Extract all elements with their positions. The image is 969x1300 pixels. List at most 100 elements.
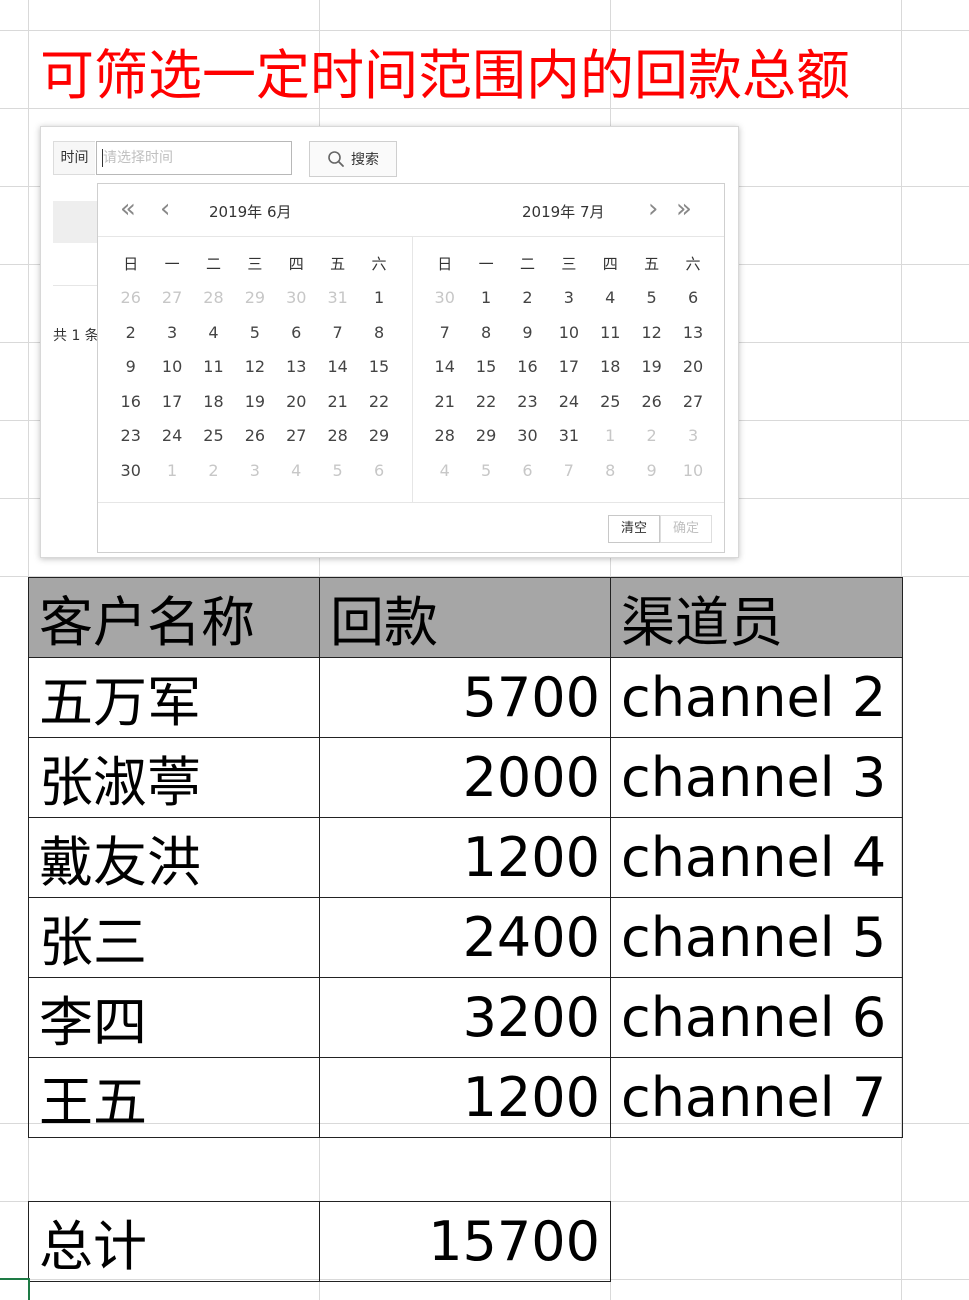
calendar-day[interactable]: 26 xyxy=(631,385,672,420)
calendar-day[interactable]: 6 xyxy=(276,316,317,351)
calendar-day[interactable]: 27 xyxy=(151,281,192,316)
calendar-day[interactable]: 8 xyxy=(358,316,399,351)
calendar-day[interactable]: 29 xyxy=(358,419,399,454)
cell-payment[interactable]: 2400 xyxy=(319,897,611,978)
calendar-day[interactable]: 21 xyxy=(424,385,465,420)
calendar-day[interactable]: 2 xyxy=(507,281,548,316)
calendar-day[interactable]: 15 xyxy=(358,350,399,385)
calendar-day[interactable]: 28 xyxy=(193,281,234,316)
calendar-day[interactable]: 8 xyxy=(465,316,506,351)
cell-customer[interactable]: 张淑葶 xyxy=(28,737,320,818)
calendar-day[interactable]: 1 xyxy=(358,281,399,316)
calendar-day[interactable]: 19 xyxy=(234,385,275,420)
calendar-day[interactable]: 7 xyxy=(424,316,465,351)
calendar-day[interactable]: 1 xyxy=(151,454,192,489)
calendar-day[interactable]: 17 xyxy=(548,350,589,385)
confirm-button[interactable]: 确定 xyxy=(660,515,712,543)
calendar-day[interactable]: 4 xyxy=(590,281,631,316)
calendar-day[interactable]: 1 xyxy=(590,419,631,454)
calendar-day[interactable]: 2 xyxy=(110,316,151,351)
calendar-day[interactable]: 4 xyxy=(193,316,234,351)
calendar-day[interactable]: 9 xyxy=(110,350,151,385)
calendar-day[interactable]: 27 xyxy=(672,385,713,420)
calendar-day[interactable]: 3 xyxy=(548,281,589,316)
calendar-day[interactable]: 29 xyxy=(234,281,275,316)
cell-customer[interactable]: 王五 xyxy=(28,1057,320,1138)
calendar-day[interactable]: 12 xyxy=(234,350,275,385)
calendar-day[interactable]: 18 xyxy=(590,350,631,385)
calendar-day[interactable]: 18 xyxy=(193,385,234,420)
search-button[interactable]: 搜索 xyxy=(309,141,397,177)
calendar-day[interactable]: 6 xyxy=(358,454,399,489)
calendar-day[interactable]: 30 xyxy=(424,281,465,316)
cell-payment[interactable]: 3200 xyxy=(319,977,611,1058)
next-month-icon[interactable]: › xyxy=(648,196,658,222)
cell-customer[interactable]: 五万军 xyxy=(28,657,320,738)
calendar-day[interactable]: 29 xyxy=(465,419,506,454)
calendar-day[interactable]: 4 xyxy=(276,454,317,489)
calendar-day[interactable]: 5 xyxy=(234,316,275,351)
cell-channel[interactable]: channel 6 xyxy=(610,977,903,1058)
calendar-day[interactable]: 16 xyxy=(110,385,151,420)
calendar-day[interactable]: 7 xyxy=(317,316,358,351)
header-payment[interactable]: 回款 xyxy=(319,577,611,658)
calendar-day[interactable]: 21 xyxy=(317,385,358,420)
calendar-day[interactable]: 22 xyxy=(465,385,506,420)
calendar-day[interactable]: 20 xyxy=(672,350,713,385)
calendar-day[interactable]: 12 xyxy=(631,316,672,351)
calendar-day[interactable]: 14 xyxy=(317,350,358,385)
calendar-day[interactable]: 3 xyxy=(234,454,275,489)
calendar-day[interactable]: 31 xyxy=(317,281,358,316)
calendar-day[interactable]: 6 xyxy=(672,281,713,316)
calendar-day[interactable]: 16 xyxy=(507,350,548,385)
cell-customer[interactable]: 张三 xyxy=(28,897,320,978)
calendar-day[interactable]: 17 xyxy=(151,385,192,420)
calendar-day[interactable]: 28 xyxy=(317,419,358,454)
calendar-day[interactable]: 3 xyxy=(151,316,192,351)
header-customer-name[interactable]: 客户名称 xyxy=(28,577,320,658)
calendar-day[interactable]: 30 xyxy=(507,419,548,454)
prev-year-icon[interactable]: « xyxy=(120,196,136,222)
cell-channel[interactable]: channel 4 xyxy=(610,817,903,898)
calendar-day[interactable]: 26 xyxy=(234,419,275,454)
calendar-day[interactable]: 10 xyxy=(548,316,589,351)
calendar-day[interactable]: 5 xyxy=(317,454,358,489)
header-channel[interactable]: 渠道员 xyxy=(610,577,903,658)
calendar-day[interactable]: 24 xyxy=(548,385,589,420)
calendar-day[interactable]: 2 xyxy=(193,454,234,489)
cell-customer[interactable]: 李四 xyxy=(28,977,320,1058)
calendar-day[interactable]: 27 xyxy=(276,419,317,454)
calendar-day[interactable]: 11 xyxy=(590,316,631,351)
calendar-day[interactable]: 10 xyxy=(672,454,713,489)
calendar-day[interactable]: 1 xyxy=(465,281,506,316)
calendar-day[interactable]: 6 xyxy=(507,454,548,489)
cell-customer[interactable]: 戴友洪 xyxy=(28,817,320,898)
calendar-day[interactable]: 19 xyxy=(631,350,672,385)
cell-channel[interactable]: channel 2 xyxy=(610,657,903,738)
total-value[interactable]: 15700 xyxy=(319,1201,611,1282)
cell-payment[interactable]: 5700 xyxy=(319,657,611,738)
calendar-day[interactable]: 13 xyxy=(276,350,317,385)
calendar-day[interactable]: 14 xyxy=(424,350,465,385)
total-label[interactable]: 总计 xyxy=(28,1201,320,1282)
clear-button[interactable]: 清空 xyxy=(608,515,660,543)
calendar-day[interactable]: 31 xyxy=(548,419,589,454)
cell-payment[interactable]: 2000 xyxy=(319,737,611,818)
cell-payment[interactable]: 1200 xyxy=(319,817,611,898)
calendar-day[interactable]: 28 xyxy=(424,419,465,454)
calendar-day[interactable]: 20 xyxy=(276,385,317,420)
calendar-day[interactable]: 4 xyxy=(424,454,465,489)
calendar-day[interactable]: 25 xyxy=(590,385,631,420)
cell-payment[interactable]: 1200 xyxy=(319,1057,611,1138)
calendar-day[interactable]: 9 xyxy=(631,454,672,489)
calendar-day[interactable]: 11 xyxy=(193,350,234,385)
time-range-input[interactable] xyxy=(96,141,292,175)
calendar-day[interactable]: 26 xyxy=(110,281,151,316)
calendar-day[interactable]: 2 xyxy=(631,419,672,454)
calendar-day[interactable]: 30 xyxy=(276,281,317,316)
calendar-day[interactable]: 3 xyxy=(672,419,713,454)
calendar-day[interactable]: 9 xyxy=(507,316,548,351)
calendar-day[interactable]: 22 xyxy=(358,385,399,420)
calendar-day[interactable]: 5 xyxy=(465,454,506,489)
calendar-day[interactable]: 25 xyxy=(193,419,234,454)
